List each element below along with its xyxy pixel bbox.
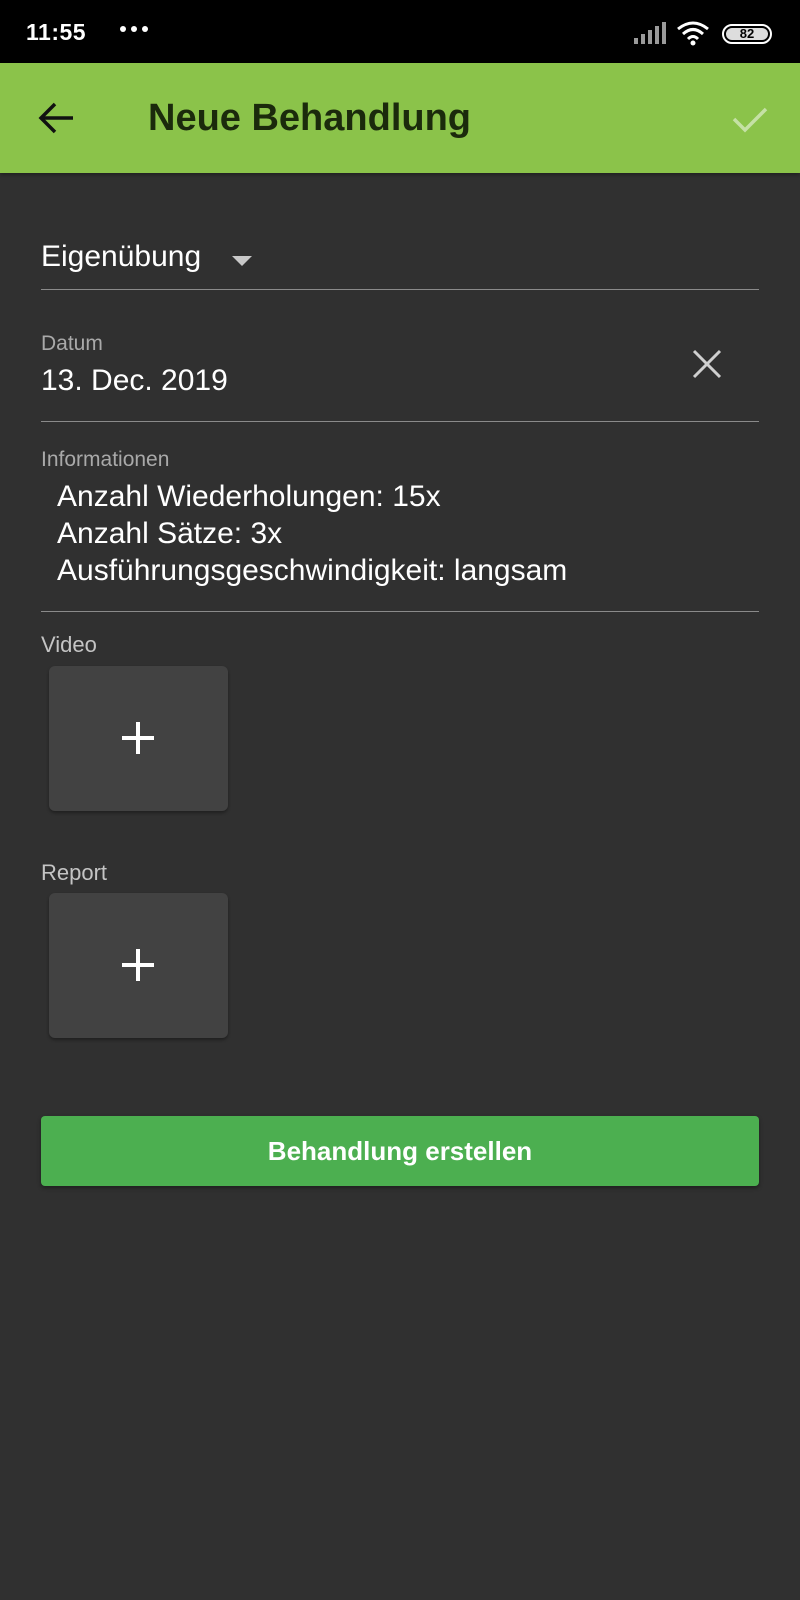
close-icon: [692, 349, 722, 379]
clear-date-button[interactable]: [685, 342, 729, 386]
type-dropdown[interactable]: Eigenübung: [41, 222, 759, 290]
app-bar: Neue Behandlung: [0, 63, 800, 173]
add-video-button[interactable]: [49, 666, 228, 811]
date-value: 13. Dec. 2019: [41, 364, 228, 397]
video-label: Video: [41, 632, 97, 657]
back-button[interactable]: [26, 88, 86, 148]
info-line: Ausführungsgeschwindigkeit: langsam: [57, 554, 568, 587]
plus-icon: [122, 722, 154, 754]
info-line: Anzahl Sätze: 3x: [57, 517, 283, 550]
add-report-button[interactable]: [49, 893, 228, 1038]
info-line: Anzahl Wiederholungen: 15x: [57, 480, 441, 513]
battery-icon: 82: [722, 24, 772, 44]
battery-level: 82: [739, 26, 755, 41]
check-icon: [732, 107, 768, 133]
info-label: Informationen: [41, 448, 170, 471]
date-field[interactable]: Datum 13. Dec. 2019: [41, 320, 759, 422]
status-time: 11:55: [26, 19, 87, 45]
confirm-button[interactable]: [720, 89, 780, 149]
type-dropdown-value: Eigenübung: [41, 240, 202, 273]
page-title: Neue Behandlung: [148, 97, 472, 139]
status-bar: 11:55 82: [0, 0, 800, 63]
date-label: Datum: [41, 332, 103, 355]
signal-icon: [634, 22, 666, 44]
info-field[interactable]: Informationen Anzahl Wiederholungen: 15x…: [41, 442, 759, 612]
info-text: Anzahl Wiederholungen: 15x Anzahl Sätze:…: [57, 478, 567, 589]
arrow-back-icon: [38, 102, 73, 134]
plus-icon: [122, 949, 154, 981]
dropdown-arrow-icon: [232, 256, 252, 266]
report-label: Report: [41, 860, 108, 885]
more-dots-icon: [120, 26, 148, 34]
wifi-icon: [677, 21, 709, 46]
create-treatment-button[interactable]: Behandlung erstellen: [41, 1116, 759, 1186]
